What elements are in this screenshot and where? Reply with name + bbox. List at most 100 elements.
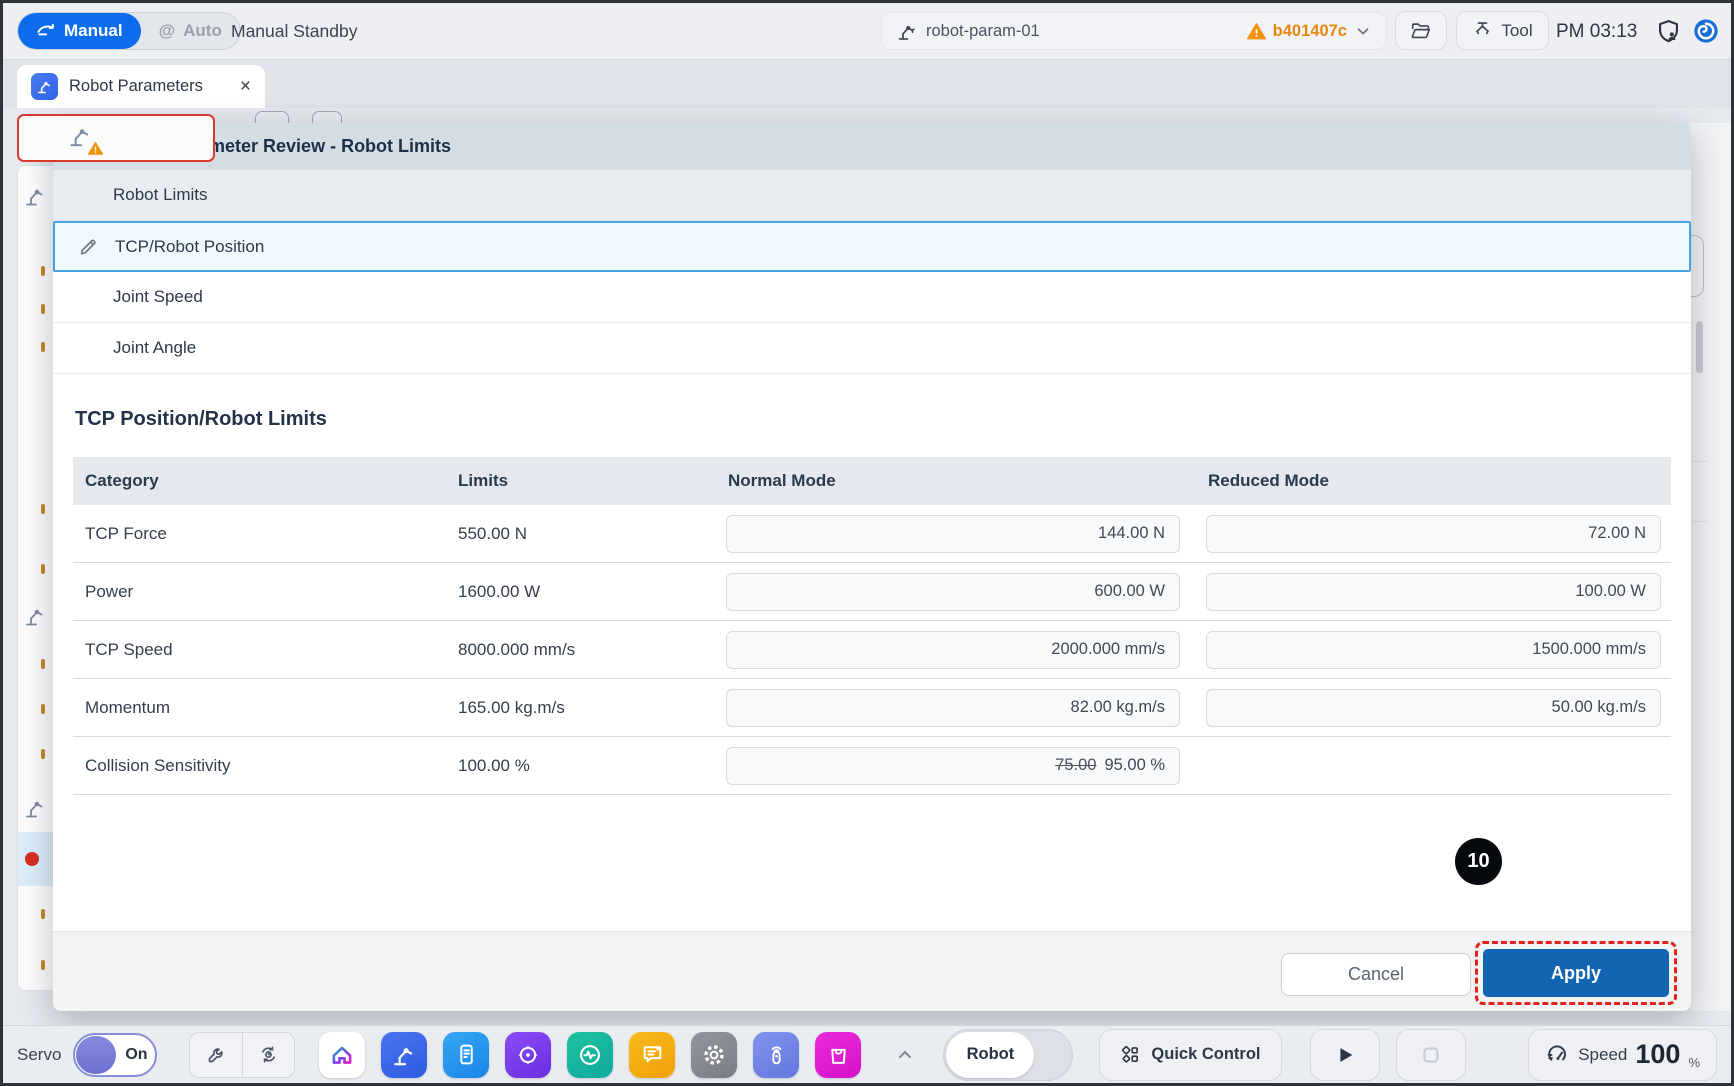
manual-mode-button[interactable]: Manual (18, 13, 141, 49)
table-row-collision-sensitivity: Collision Sensitivity 100.00 % 75.00 95.… (73, 737, 1671, 795)
auto-mode-label: Auto (183, 21, 222, 41)
mode-switch: Manual @ Auto (17, 12, 241, 50)
play-button[interactable] (1310, 1029, 1380, 1081)
reduced-mode-input[interactable]: 1500.000 mm/s (1206, 631, 1661, 669)
dock-app-home[interactable] (319, 1032, 365, 1078)
normal-mode-input[interactable]: 600.00 W (726, 573, 1180, 611)
menu-item-joint-angle[interactable]: Joint Angle (53, 323, 1691, 374)
dock-app-settings[interactable] (691, 1032, 737, 1078)
menu-item-robot-limits[interactable]: Robot Limits (53, 170, 1691, 221)
dock-app-store[interactable] (815, 1032, 861, 1078)
new-value: 95.00 % (1104, 756, 1165, 775)
manual-mode-label: Manual (64, 21, 123, 41)
bottom-bar: Servo On (3, 1025, 1731, 1083)
servo-label: Servo (17, 1045, 61, 1065)
tab-title: Robot Parameters (69, 77, 203, 96)
open-file-button[interactable] (1395, 11, 1447, 50)
dock-app-message-log[interactable] (629, 1032, 675, 1078)
safety-shield-button[interactable] (1653, 16, 1683, 46)
speedometer-icon (1545, 1042, 1570, 1067)
menu-item-label: Joint Angle (113, 338, 196, 358)
reduced-mode-input[interactable]: 100.00 W (1206, 573, 1661, 611)
normal-mode-input[interactable]: 82.00 kg.m/s (726, 689, 1180, 727)
alert-code: b401407c (1273, 22, 1347, 41)
annotation-highlight-param-field (17, 114, 215, 162)
servo-toggle[interactable]: On (73, 1033, 157, 1077)
dialog-body: TCP Position/Robot Limits Category Limit… (53, 374, 1691, 931)
table-row-momentum: Momentum 165.00 kg.m/s 82.00 kg.m/s 50.0… (73, 679, 1671, 737)
row-category: TCP Force (73, 524, 458, 544)
tab-robot-parameters[interactable]: Robot Parameters × (17, 65, 265, 108)
dock-app-task-editor[interactable] (443, 1032, 489, 1078)
scrollbar-thumb[interactable] (1696, 321, 1703, 373)
param-file-name: robot-param-01 (926, 22, 1040, 41)
param-file-selector[interactable]: robot-param-01 b401407c (881, 12, 1387, 50)
stop-button[interactable] (1396, 1029, 1466, 1081)
servo-state: On (117, 1046, 155, 1064)
apply-button[interactable]: Apply (1483, 949, 1669, 997)
robot-warning-icon (67, 123, 97, 153)
auto-mode-icon: @ (159, 21, 176, 41)
alert-group[interactable]: b401407c (1247, 22, 1372, 41)
background-field-fragment (41, 266, 45, 276)
dock-app-jog[interactable] (505, 1032, 551, 1078)
row-category: Collision Sensitivity (73, 756, 458, 776)
menu-item-tcp-robot-position[interactable]: TCP/Robot Position (53, 221, 1691, 272)
top-bar: Manual @ Auto Manual Standby robot-param… (3, 3, 1731, 60)
background-robot-icon (23, 604, 47, 628)
menu-item-label: Robot Limits (113, 185, 207, 205)
tool-button[interactable]: Tool (1456, 11, 1549, 50)
robot-parameter-review-dialog: Robot Parameter Review - Robot Limits Ro… (53, 123, 1691, 1011)
collision-recovery-button[interactable] (1691, 16, 1721, 46)
menu-item-label: Joint Speed (113, 287, 203, 307)
tool-button-label: Tool (1501, 21, 1532, 41)
row-limit: 550.00 N (458, 524, 698, 544)
dock-app-robot-parameters[interactable] (381, 1032, 427, 1078)
speed-value: 100 (1635, 1039, 1680, 1070)
tool-icon (1472, 20, 1493, 41)
reduced-mode-input[interactable]: 72.00 N (1206, 515, 1661, 553)
background-right-strip (1691, 123, 1732, 1011)
robot-icon (896, 21, 917, 42)
app-window: Manual @ Auto Manual Standby robot-param… (0, 0, 1734, 1086)
background-line-fragment (1693, 521, 1708, 522)
background-field-fragment (41, 659, 45, 669)
quick-control-icon (1120, 1044, 1141, 1065)
dock-collapse-chevron[interactable] (895, 1045, 915, 1065)
tool-button-group (189, 1032, 295, 1078)
tab-close-icon[interactable]: × (240, 77, 251, 96)
dock-app-monitoring[interactable] (567, 1032, 613, 1078)
background-line-fragment (1693, 461, 1708, 462)
align-move-button[interactable] (242, 1033, 294, 1077)
auto-mode-button[interactable]: @ Auto (141, 13, 240, 49)
servo-toggle-knob (76, 1036, 116, 1074)
quick-control-label: Quick Control (1151, 1045, 1260, 1064)
normal-mode-input[interactable]: 2000.000 mm/s (726, 631, 1180, 669)
robot-external-toggle[interactable]: Robot (943, 1029, 1073, 1081)
reduced-mode-input[interactable]: 50.00 kg.m/s (1206, 689, 1661, 727)
menu-item-joint-speed[interactable]: Joint Speed (53, 272, 1691, 323)
cancel-button[interactable]: Cancel (1281, 953, 1471, 996)
table-row-tcp-speed: TCP Speed 8000.000 mm/s 2000.000 mm/s 15… (73, 621, 1671, 679)
old-value: 75.00 (1055, 756, 1096, 775)
dialog-footer: Cancel Apply 10 (53, 931, 1691, 1011)
chevron-down-icon (1354, 22, 1372, 40)
background-field-fragment (41, 304, 45, 314)
normal-mode-input[interactable]: 144.00 N (726, 515, 1180, 553)
robot-parameters-app-icon (31, 73, 58, 100)
wrench-button[interactable] (190, 1033, 242, 1077)
manual-mode-icon (36, 21, 56, 41)
normal-mode-input-edited[interactable]: 75.00 95.00 % (726, 747, 1180, 785)
edit-pencil-icon (77, 236, 99, 258)
row-category: Power (73, 582, 458, 602)
background-panel (17, 165, 53, 991)
section-title: TCP Position/Robot Limits (75, 408, 1671, 431)
dock-app-remote-control[interactable] (753, 1032, 799, 1078)
annotation-step-badge: 10 (1455, 838, 1502, 885)
annotation-dashed-box: Apply (1475, 941, 1677, 1005)
robot-toggle-active-segment: Robot (946, 1032, 1034, 1078)
row-category: TCP Speed (73, 640, 458, 660)
speed-control[interactable]: Speed 100 % (1528, 1029, 1717, 1081)
row-limit: 8000.000 mm/s (458, 640, 698, 660)
quick-control-button[interactable]: Quick Control (1099, 1029, 1281, 1081)
